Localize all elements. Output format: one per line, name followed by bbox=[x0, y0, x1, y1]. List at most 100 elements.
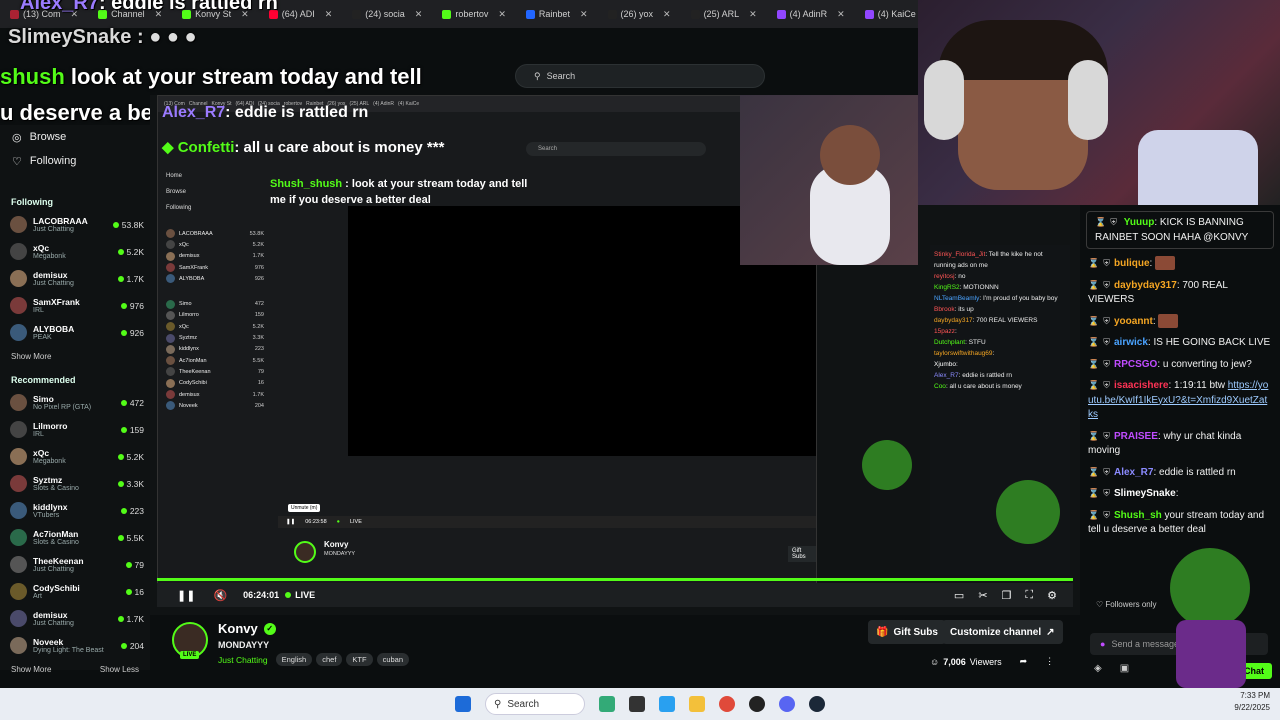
taskbar-search[interactable]: ⚲ Search bbox=[485, 693, 585, 715]
search-input[interactable]: ⚲ Search bbox=[515, 64, 765, 88]
show-more-button[interactable]: Show More bbox=[11, 665, 51, 674]
volume-muted-icon[interactable]: 🔇 bbox=[213, 589, 227, 602]
chat-username[interactable]: PRAISEE bbox=[1114, 431, 1158, 442]
category-link[interactable]: Just Chatting bbox=[218, 655, 268, 665]
sidebar-channel[interactable]: Ac7ionMan Slots & Casino 5.5K bbox=[0, 524, 150, 551]
streamer-name[interactable]: Konvy bbox=[218, 621, 258, 636]
sidebar-item-browse[interactable]: ◎ Browse bbox=[0, 125, 150, 149]
sidebar-item-following[interactable]: ♡ Following bbox=[0, 149, 150, 173]
close-icon[interactable]: ✕ bbox=[749, 9, 757, 20]
clip-icon[interactable]: ✂ bbox=[978, 589, 987, 602]
system-clock[interactable]: 7:33 PM 9/22/2025 bbox=[1234, 690, 1270, 714]
progress-bar[interactable] bbox=[157, 578, 1073, 581]
timeout-icon[interactable]: ⌛ bbox=[1088, 316, 1099, 326]
gift-subs-button[interactable]: 🎁 Gift Subs bbox=[868, 620, 946, 644]
timeout-icon[interactable]: ⌛ bbox=[1088, 510, 1099, 520]
customize-channel-button[interactable]: Customize channel ↗ bbox=[942, 620, 1063, 644]
sidebar-channel[interactable]: xQc Megabonk 5.2K bbox=[0, 443, 150, 470]
close-icon[interactable]: ✕ bbox=[71, 9, 79, 20]
timeout-icon[interactable]: ⌛ bbox=[1088, 280, 1099, 290]
channel-name: Lilmorro bbox=[33, 421, 68, 431]
close-icon[interactable]: ✕ bbox=[155, 9, 163, 20]
more-options-icon[interactable]: ⋮ bbox=[1045, 656, 1054, 667]
sidebar-channel[interactable]: LACOBRAAA Just Chatting 53.8K bbox=[0, 211, 150, 238]
browser-tab[interactable]: (4) AdinR ✕ bbox=[767, 0, 855, 28]
close-icon[interactable]: ✕ bbox=[663, 9, 671, 20]
sidebar-channel[interactable]: SamXFrank IRL 976 bbox=[0, 292, 150, 319]
chat-message: ⌛ ⛨ SlimeySnake: bbox=[1088, 488, 1179, 499]
close-icon[interactable]: ✕ bbox=[498, 9, 506, 20]
chat-username[interactable]: Alex_R7 bbox=[1114, 467, 1153, 478]
widgets-icon[interactable] bbox=[599, 696, 615, 712]
pause-button[interactable]: ❚❚ bbox=[177, 589, 195, 602]
windows-start-icon[interactable] bbox=[455, 696, 471, 712]
close-icon[interactable]: ✕ bbox=[325, 9, 333, 20]
gear-icon[interactable]: ⚙ bbox=[1047, 589, 1057, 602]
tag-ktf[interactable]: KTF bbox=[346, 653, 373, 666]
chrome-icon[interactable] bbox=[719, 696, 735, 712]
task-view-icon[interactable] bbox=[629, 696, 645, 712]
sidebar-channel[interactable]: ALYBOBA PEAK 926 bbox=[0, 319, 150, 346]
pip-icon[interactable]: ❐ bbox=[1002, 589, 1012, 602]
show-less-button[interactable]: Show Less bbox=[100, 665, 139, 674]
tag-english[interactable]: English bbox=[275, 653, 313, 666]
sidebar-channel[interactable]: Noveek Dying Light: The Beast 204 bbox=[0, 632, 150, 659]
timeout-icon[interactable]: ⌛ bbox=[1088, 431, 1099, 441]
sidebar-channel[interactable]: demisux Just Chatting 1.7K bbox=[0, 265, 150, 292]
browser-tab[interactable]: (64) ADI ✕ bbox=[259, 0, 343, 28]
chat-username[interactable]: SlimeySnake bbox=[1114, 488, 1176, 499]
shield-icon: ⛨ bbox=[1103, 509, 1110, 520]
sidebar-channel[interactable]: Simo No Pixel RP (GTA) 472 bbox=[0, 389, 150, 416]
timeout-icon[interactable]: ⌛ bbox=[1088, 467, 1099, 477]
timeout-icon[interactable]: ⌛ bbox=[1088, 258, 1099, 268]
sidebar-channel[interactable]: Syztmz Slots & Casino 3.3K bbox=[0, 470, 150, 497]
tab-favicon-icon bbox=[776, 9, 786, 19]
timeout-icon[interactable]: ⌛ bbox=[1088, 488, 1099, 498]
close-icon[interactable]: ✕ bbox=[241, 9, 249, 20]
browser-tab[interactable]: (26) yox ✕ bbox=[598, 0, 681, 28]
tag-cuban[interactable]: cuban bbox=[376, 653, 410, 666]
timeout-icon[interactable]: ⌛ bbox=[1088, 337, 1099, 347]
sidebar-channel[interactable]: TheeKeenan Just Chatting 79 bbox=[0, 551, 150, 578]
timeout-icon[interactable]: ⌛ bbox=[1088, 380, 1099, 390]
fullscreen-icon[interactable]: ⛶ bbox=[1025, 589, 1033, 602]
theater-icon[interactable]: ▭ bbox=[954, 589, 964, 602]
chat-username[interactable]: airwick bbox=[1114, 337, 1148, 348]
shield-icon: ⛨ bbox=[1103, 380, 1110, 390]
sidebar-channel[interactable]: CodySchibi Art 16 bbox=[0, 578, 150, 605]
gift-small-icon[interactable]: ▣ bbox=[1120, 663, 1129, 674]
browser-tab[interactable]: (24) socia ✕ bbox=[342, 0, 432, 28]
timeout-icon[interactable]: ⌛ bbox=[1088, 359, 1099, 369]
viewer-count: 159 bbox=[120, 425, 144, 435]
browser-tab[interactable]: Konvy St ✕ bbox=[172, 0, 259, 28]
browser-tab[interactable]: (13) Com ✕ bbox=[0, 0, 88, 28]
chat-username[interactable]: bulique bbox=[1114, 258, 1150, 269]
chat-username[interactable]: Shush_sh bbox=[1114, 510, 1162, 521]
verified-icon: ✓ bbox=[263, 622, 276, 635]
sidebar-channel[interactable]: demisux Just Chatting 1.7K bbox=[0, 605, 150, 632]
chat-username[interactable]: yooannt bbox=[1114, 316, 1153, 327]
close-icon[interactable]: ✕ bbox=[580, 9, 588, 20]
sidebar-channel[interactable]: xQc Megabonk 5.2K bbox=[0, 238, 150, 265]
chat-username[interactable]: daybyday317 bbox=[1114, 280, 1177, 291]
chat-username[interactable]: RPCSGO bbox=[1114, 359, 1157, 370]
close-icon[interactable]: ✕ bbox=[837, 9, 845, 20]
sidebar-channel[interactable]: Lilmorro IRL 159 bbox=[0, 416, 150, 443]
copilot-icon[interactable] bbox=[659, 696, 675, 712]
show-more-following[interactable]: Show More bbox=[0, 346, 150, 367]
file-explorer-icon[interactable] bbox=[689, 696, 705, 712]
app-icon[interactable] bbox=[749, 696, 765, 712]
sidebar-channel[interactable]: kiddlynx VTubers 223 bbox=[0, 497, 150, 524]
browser-tab[interactable]: Rainbet ✕ bbox=[516, 0, 598, 28]
timeout-icon[interactable]: ⌛ bbox=[1095, 217, 1106, 227]
share-icon[interactable]: ➦ bbox=[1020, 656, 1028, 667]
chat-username[interactable]: isaacishere bbox=[1114, 380, 1169, 391]
browser-tab[interactable]: Channel ✕ bbox=[88, 0, 172, 28]
tag-chef[interactable]: chef bbox=[316, 653, 343, 666]
close-icon[interactable]: ✕ bbox=[415, 9, 423, 20]
discord-icon[interactable] bbox=[779, 696, 795, 712]
browser-tab[interactable]: robertov ✕ bbox=[432, 0, 516, 28]
browser-tab[interactable]: (25) ARL ✕ bbox=[681, 0, 767, 28]
steam-icon[interactable] bbox=[809, 696, 825, 712]
points-icon[interactable]: ◈ bbox=[1094, 663, 1102, 674]
